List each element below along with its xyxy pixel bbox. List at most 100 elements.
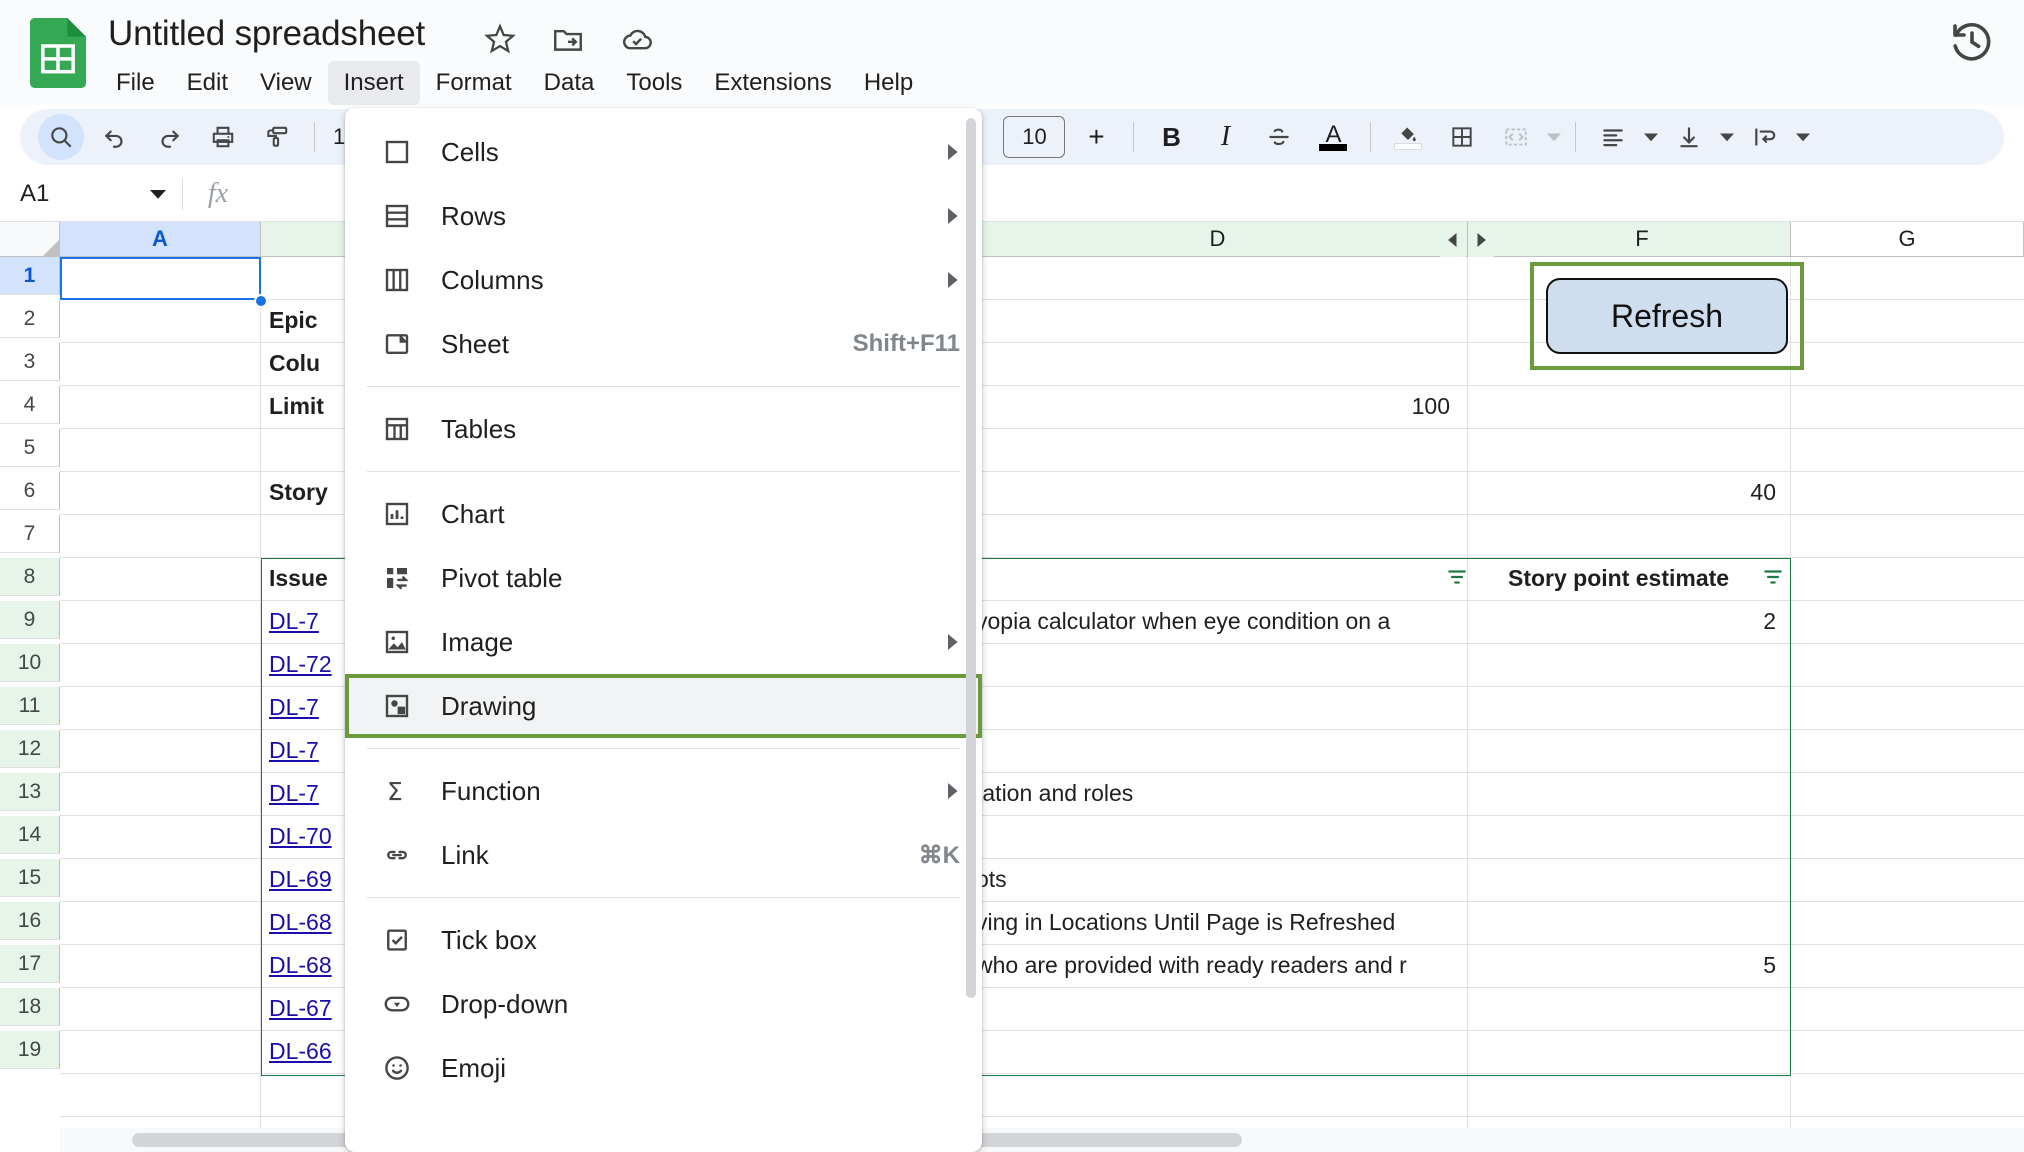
menu-item-function[interactable]: Σ Function <box>345 759 982 823</box>
text-wrapping-icon[interactable] <box>1742 114 1788 160</box>
move-to-folder-icon[interactable] <box>551 22 585 56</box>
column-header-d[interactable]: D <box>968 222 1468 257</box>
menu-help[interactable]: Help <box>848 61 929 105</box>
row-header-15[interactable]: 15 <box>0 859 60 897</box>
merge-chevron-down-icon[interactable] <box>1543 114 1565 160</box>
document-title[interactable]: Untitled spreadsheet <box>108 14 425 54</box>
cell-summary-row-16[interactable]: ving in Locations Until Page is Refreshe… <box>968 903 1466 941</box>
submenu-arrow-icon <box>944 634 960 650</box>
select-all-corner[interactable] <box>0 222 60 257</box>
menu-item-drawing[interactable]: Drawing <box>345 674 982 738</box>
redo-icon[interactable] <box>146 114 192 160</box>
cell-story-points-row-17[interactable]: 5 <box>1494 946 1784 984</box>
name-box[interactable]: A1 <box>0 167 182 222</box>
menu-scrollbar-thumb[interactable] <box>966 118 976 998</box>
italic-button[interactable]: I <box>1202 114 1248 160</box>
row-header-12[interactable]: 12 <box>0 730 60 768</box>
menu-file[interactable]: File <box>100 61 171 105</box>
filter-icon-story-points[interactable] <box>1762 566 1784 588</box>
menu-extensions[interactable]: Extensions <box>698 61 847 105</box>
row-header-2[interactable]: 2 <box>0 300 60 338</box>
menu-view[interactable]: View <box>244 61 328 105</box>
cell-f6[interactable]: 40 <box>1494 473 1784 511</box>
bold-button[interactable]: B <box>1148 114 1194 160</box>
menu-item-cells[interactable]: Cells <box>345 120 982 184</box>
function-icon: Σ <box>375 769 419 813</box>
row-header-18[interactable]: 18 <box>0 988 60 1026</box>
menu-item-link[interactable]: Link ⌘K <box>345 823 982 887</box>
menu-item-drop-down[interactable]: Drop-down <box>345 972 982 1036</box>
row-header-17[interactable]: 17 <box>0 945 60 983</box>
halign-chevron-down-icon[interactable] <box>1640 114 1662 160</box>
menu-data[interactable]: Data <box>528 61 611 105</box>
row-header-19[interactable]: 19 <box>0 1031 60 1069</box>
increase-font-size-button[interactable]: + <box>1073 114 1119 160</box>
menu-item-shortcut: Shift+F11 <box>852 330 960 357</box>
row-header-10[interactable]: 10 <box>0 644 60 682</box>
cell-story-points-row-9[interactable]: 2 <box>1494 602 1784 640</box>
strikethrough-icon[interactable] <box>1256 114 1302 160</box>
undo-icon[interactable] <box>92 114 138 160</box>
row-header-1[interactable]: 1 <box>0 257 60 295</box>
row-header-11[interactable]: 11 <box>0 687 60 725</box>
menu-item-sheet[interactable]: Sheet Shift+F11 <box>345 312 982 376</box>
vertical-align-icon[interactable] <box>1666 114 1712 160</box>
column-header-a[interactable]: A <box>60 222 261 257</box>
paint-format-icon[interactable] <box>254 114 300 160</box>
row-header-8[interactable]: 8 <box>0 558 60 596</box>
star-icon[interactable] <box>483 22 517 56</box>
refresh-button[interactable]: Refresh <box>1546 278 1788 354</box>
menu-tools[interactable]: Tools <box>610 61 698 105</box>
menu-item-tick-box[interactable]: Tick box <box>345 908 982 972</box>
cell-summary-row-15[interactable]: ots <box>968 860 1466 898</box>
menu-item-pivot-table[interactable]: Pivot table <box>345 546 982 610</box>
column-header-f[interactable]: F <box>1494 222 1791 257</box>
menu-item-emoji[interactable]: Emoji <box>345 1036 982 1100</box>
valign-chevron-down-icon[interactable] <box>1716 114 1738 160</box>
row-header-14[interactable]: 14 <box>0 816 60 854</box>
selected-cell-a1[interactable] <box>60 257 261 300</box>
cloud-saved-icon[interactable] <box>620 22 654 56</box>
toolbar-divider <box>1370 122 1372 152</box>
filter-icon-summary[interactable] <box>1446 566 1468 588</box>
menu-edit[interactable]: Edit <box>171 61 244 105</box>
column-header-g[interactable]: G <box>1791 222 2024 257</box>
fill-handle[interactable] <box>254 294 268 308</box>
menu-item-rows[interactable]: Rows <box>345 184 982 248</box>
cell-summary-row-9[interactable]: yopia calculator when eye condition on a <box>968 602 1466 640</box>
search-icon[interactable] <box>38 114 84 160</box>
borders-icon[interactable] <box>1439 114 1485 160</box>
version-history-icon[interactable] <box>1948 18 1996 66</box>
menu-item-image[interactable]: Image <box>345 610 982 674</box>
horizontal-align-icon[interactable] <box>1590 114 1636 160</box>
column-collapse-right-icon[interactable] <box>1468 222 1494 257</box>
name-box-chevron-down-icon[interactable] <box>150 186 166 202</box>
cell-e4[interactable]: 100 <box>968 387 1458 425</box>
menu-item-chart[interactable]: Chart <box>345 482 982 546</box>
row-header-6[interactable]: 6 <box>0 472 60 510</box>
menu-format[interactable]: Format <box>420 61 528 105</box>
row-header-13[interactable]: 13 <box>0 773 60 811</box>
row-header-7[interactable]: 7 <box>0 515 60 553</box>
cell-summary-row-17[interactable]: who are provided with ready readers and … <box>968 946 1466 984</box>
row-header-3[interactable]: 3 <box>0 343 60 381</box>
menu-insert[interactable]: Insert <box>327 60 420 105</box>
print-icon[interactable] <box>200 114 246 160</box>
font-size-input[interactable]: 10 <box>1003 116 1066 158</box>
cell-summary-row-13[interactable]: tation and roles <box>968 774 1466 812</box>
row-header-16[interactable]: 16 <box>0 902 60 940</box>
drop-down-icon <box>375 982 419 1026</box>
fill-color-icon[interactable] <box>1385 114 1431 160</box>
fx-icon: fx <box>207 178 229 209</box>
merge-cells-icon[interactable] <box>1493 114 1539 160</box>
menu-item-columns[interactable]: Columns <box>345 248 982 312</box>
text-color-button[interactable]: A <box>1310 114 1356 160</box>
menu-item-label: Image <box>441 626 514 657</box>
row-header-4[interactable]: 4 <box>0 386 60 424</box>
wrap-chevron-down-icon[interactable] <box>1792 114 1814 160</box>
row-header-9[interactable]: 9 <box>0 601 60 639</box>
row-header-5[interactable]: 5 <box>0 429 60 467</box>
column-collapse-left-icon[interactable] <box>1440 222 1466 257</box>
columns-icon <box>375 258 419 302</box>
menu-item-tables[interactable]: Tables <box>345 397 982 461</box>
